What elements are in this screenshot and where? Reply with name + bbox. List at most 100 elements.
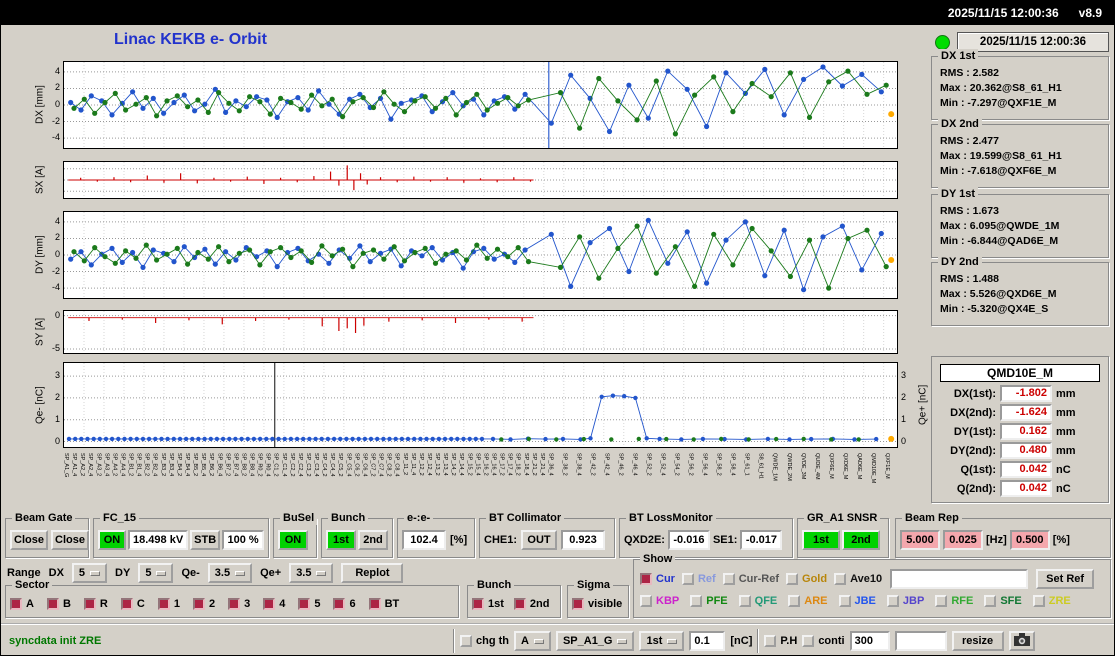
show-option-zre-checkbox[interactable] — [1032, 595, 1045, 607]
sigma-visible-checkbox-checkbox[interactable] — [572, 598, 584, 610]
sector-checkbox-5-checkbox[interactable] — [298, 598, 311, 610]
show-option-pfe[interactable]: PFE — [690, 595, 728, 607]
bunch-checkbox-1st[interactable]: 1st — [472, 598, 504, 610]
show-option-kbp-checkbox[interactable] — [640, 595, 652, 607]
bpm-select[interactable]: SP_A1_G — [555, 631, 635, 651]
sector-checkbox-bt[interactable]: BT — [368, 598, 399, 610]
sector-checkbox-1[interactable]: 1 — [157, 598, 180, 610]
sector-checkbox-2[interactable]: 2 — [192, 598, 215, 610]
show-option-ref[interactable]: Ref — [681, 573, 716, 585]
sector-checkbox-b-checkbox[interactable] — [46, 598, 59, 610]
show-option-jbp[interactable]: JBP — [886, 595, 924, 607]
che1-out-button[interactable]: OUT — [521, 530, 558, 550]
sector-checkbox-c-checkbox[interactable] — [120, 598, 133, 610]
ph-checkbox[interactable] — [764, 635, 777, 647]
show-option-jbe[interactable]: JBE — [838, 595, 876, 607]
sector-select[interactable]: A — [514, 631, 551, 651]
sector-checkbox-b[interactable]: B — [46, 598, 71, 610]
sigma-visible-checkbox-label: visible — [588, 598, 623, 610]
show-option-kbp-label: KBP — [656, 595, 680, 607]
show-option-qfe[interactable]: QFE — [738, 595, 777, 607]
sector-checkbox-a-checkbox[interactable] — [10, 598, 22, 610]
set-ref-button[interactable]: Set Ref — [1036, 569, 1095, 589]
show-option-qfe-checkbox[interactable] — [738, 595, 751, 607]
show-option-sfe[interactable]: SFE — [984, 595, 1022, 607]
show-option-jbp-checkbox[interactable] — [886, 595, 899, 607]
fc15-on-button[interactable]: ON — [98, 530, 126, 550]
resize-button[interactable]: resize — [951, 631, 1004, 651]
sector-checkbox-6-checkbox[interactable] — [333, 598, 346, 610]
show-option-cur-ref-label: Cur-Ref — [738, 573, 780, 585]
interval-input[interactable] — [849, 631, 890, 651]
bunch-select[interactable]: 1st — [639, 631, 685, 651]
stat-box-dx-2nd: DX 2nd RMS : 2.477 Max : 19.599@S8_61_H1… — [931, 117, 1109, 188]
show-option-pfe-checkbox[interactable] — [690, 595, 703, 607]
show-option-are[interactable]: ARE — [788, 595, 828, 607]
show-option-ave10[interactable]: Ave10 — [834, 573, 882, 585]
x-axis-label: SP_58_2 — [715, 453, 722, 476]
range-row: Range DX 5 DY 5 Qe- 3.5 Qe+ 3.5 Replot — [7, 561, 404, 585]
bunch-2nd-button[interactable]: 2nd — [358, 530, 388, 550]
x-axis-label: SP_52_2 — [645, 453, 652, 476]
sector-checkbox-3-checkbox[interactable] — [228, 598, 241, 610]
sector-checkbox-5[interactable]: 5 — [298, 598, 320, 610]
beam-gate-close-button-1[interactable]: Close — [10, 530, 48, 550]
show-option-rfe-checkbox[interactable] — [935, 595, 948, 607]
conti-checkbox-item[interactable]: conti — [802, 635, 845, 647]
chg-th-checkbox-item[interactable]: chg th — [460, 635, 509, 647]
sector-checkbox-a[interactable]: A — [10, 598, 34, 610]
range-dy-select[interactable]: 5 — [138, 563, 174, 583]
sector-checkbox-r[interactable]: R — [83, 598, 108, 610]
bunch-checkbox-2nd-checkbox[interactable] — [513, 598, 526, 610]
range-dx-select[interactable]: 5 — [71, 563, 108, 583]
sector-checkbox-6[interactable]: 6 — [333, 598, 356, 610]
conti-checkbox[interactable] — [802, 635, 815, 647]
show-option-jbe-checkbox[interactable] — [838, 595, 851, 607]
show-option-cur-ref[interactable]: Cur-Ref — [722, 573, 780, 585]
chg-th-checkbox[interactable] — [460, 635, 472, 647]
sector-checkbox-r-checkbox[interactable] — [83, 598, 96, 610]
show-option-rfe[interactable]: RFE — [935, 595, 973, 607]
bunch-checkbox-1st-checkbox[interactable] — [472, 598, 484, 610]
conti-label: conti — [818, 635, 845, 647]
show-option-gold-checkbox[interactable] — [786, 573, 799, 585]
sector-checkbox-3[interactable]: 3 — [228, 598, 250, 610]
show-option-cur-ref-checkbox[interactable] — [722, 573, 735, 585]
ph-checkbox-item[interactable]: P.H — [764, 635, 797, 647]
show-option-zre[interactable]: ZRE — [1032, 595, 1071, 607]
ref-name-input[interactable] — [890, 569, 1029, 589]
sigma-visible-checkbox[interactable]: visible — [572, 598, 622, 610]
screenshot-button[interactable] — [1008, 631, 1035, 651]
show-option-are-checkbox[interactable] — [788, 595, 801, 607]
bunch-checkbox-2nd[interactable]: 2nd — [513, 598, 549, 610]
snsr-1st-button[interactable]: 1st — [802, 530, 840, 550]
bunch-1st-button[interactable]: 1st — [326, 530, 356, 550]
show-option-ref-checkbox[interactable] — [681, 573, 694, 585]
range-qep-select[interactable]: 3.5 — [289, 563, 334, 583]
monitor-row-label: DY(2nd): — [950, 444, 996, 457]
sector-checkbox-1-checkbox[interactable] — [157, 598, 170, 610]
threshold-input[interactable] — [689, 631, 726, 651]
beam-gate-close-button-2[interactable]: Close — [51, 530, 89, 550]
blank-input[interactable] — [894, 631, 947, 651]
show-option-cur[interactable]: Cur — [640, 573, 675, 585]
sector-checkbox-4-checkbox[interactable] — [263, 598, 276, 610]
sector-checkbox-2-checkbox[interactable] — [192, 598, 205, 610]
x-axis-label: SP_C4_4 — [329, 453, 336, 477]
replot-button[interactable]: Replot — [341, 563, 404, 583]
show-option-ave10-checkbox[interactable] — [834, 573, 847, 585]
snsr-2nd-button[interactable]: 2nd — [842, 530, 880, 550]
sector-checkbox-bt-checkbox[interactable] — [368, 598, 381, 610]
busel-on-button[interactable]: ON — [278, 530, 308, 550]
monitor-row-label: DY(1st): — [953, 425, 996, 438]
show-option-sfe-checkbox[interactable] — [984, 595, 997, 607]
show-option-gold[interactable]: Gold — [786, 573, 827, 585]
show-option-cur-checkbox[interactable] — [640, 573, 652, 585]
sector-checkbox-c[interactable]: C — [120, 598, 145, 610]
show-option-kbp[interactable]: KBP — [640, 595, 679, 607]
range-qem-select[interactable]: 3.5 — [207, 563, 253, 583]
qe-plot — [63, 362, 898, 448]
sector-checkbox-4[interactable]: 4 — [263, 598, 285, 610]
dy-plot-canvas — [64, 212, 897, 298]
fc15-stb-button[interactable]: STB — [190, 530, 221, 550]
